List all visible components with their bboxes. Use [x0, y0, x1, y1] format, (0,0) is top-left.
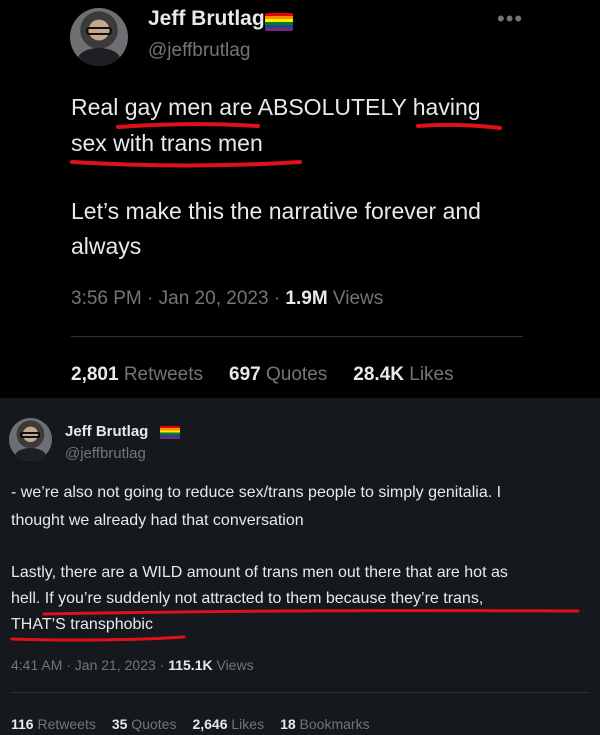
avatar-glasses	[20, 432, 40, 438]
author-name[interactable]: Jeff Brutlag	[65, 423, 148, 440]
quotes-label: Quotes	[127, 716, 177, 732]
author-handle[interactable]: @jeffbrutlag	[65, 445, 146, 462]
author-handle[interactable]: @jeffbrutlag	[148, 40, 250, 62]
tweet-text-line: Real gay men are ABSOLUTELY having	[71, 94, 481, 120]
tweet-text-line: always	[71, 233, 142, 259]
avatar[interactable]	[9, 418, 52, 461]
tweet-bottom: Jeff Brutlag @jeffbrutlag - we’re also n…	[0, 398, 600, 735]
quotes-count: 697	[229, 364, 261, 385]
tweet-text-line: Lastly, there are a WILD amount of trans…	[11, 564, 508, 581]
tweet-timestamp[interactable]: 4:41 AM · Jan 21, 2023 · 115.1K Views	[11, 657, 254, 673]
likes-stat[interactable]: 28.4K Likes	[353, 364, 453, 385]
retweets-stat[interactable]: 116 Retweets	[11, 716, 96, 732]
tweet-text-line: Let’s make this the narrative forever an…	[71, 198, 481, 224]
divider	[11, 692, 589, 693]
bookmarks-count: 18	[280, 716, 296, 732]
tweet-top: Jeff Brutlag @jeffbrutlag ••• Real gay m…	[0, 0, 600, 395]
tweet-stats: 2,801 Retweets 697 Quotes 28.4K Likes	[71, 364, 454, 386]
quotes-count: 35	[111, 716, 128, 732]
retweets-count: 2,801	[71, 364, 119, 385]
tweet-text-line: - we’re also not going to reduce sex/tra…	[11, 484, 502, 501]
tweet-text-line: thought we already had that conversation	[11, 512, 304, 529]
likes-stat[interactable]: 2,646 Likes	[192, 716, 264, 732]
tweet-timestamp[interactable]: 3:56 PM · Jan 20, 2023 · 1.9M Views	[71, 288, 383, 310]
views-label: Views	[212, 657, 254, 673]
retweets-stat[interactable]: 2,801 Retweets	[71, 364, 203, 385]
pride-flag-icon	[160, 426, 180, 439]
avatar-glasses	[86, 27, 112, 35]
tweet-time: 3:56 PM · Jan 20, 2023 ·	[71, 288, 286, 309]
tweet-stats: 116 Retweets 35 Quotes 2,646 Likes 18 Bookm…	[11, 716, 370, 732]
pride-flag-icon	[265, 13, 293, 31]
more-options-icon[interactable]: •••	[497, 6, 523, 32]
divider	[71, 336, 523, 337]
views-count: 1.9M	[285, 288, 328, 309]
tweet-text-line: THAT’S transphobic	[11, 616, 153, 633]
views-label: Views	[327, 288, 384, 309]
avatar[interactable]	[70, 8, 128, 66]
bookmarks-label: Bookmarks	[295, 716, 370, 732]
retweets-count: 116	[11, 716, 34, 732]
retweets-label: Retweets	[118, 364, 204, 385]
tweet-text-line: sex with trans men	[71, 130, 263, 156]
likes-count: 2,646	[192, 716, 228, 732]
tweet-time: 4:41 AM · Jan 21, 2023 ·	[11, 657, 169, 673]
avatar-shirt	[78, 48, 120, 66]
quotes-stat[interactable]: 697 Quotes	[229, 364, 327, 385]
retweets-label: Retweets	[33, 716, 96, 732]
views-count: 115.1K	[168, 657, 213, 673]
avatar-shirt	[15, 448, 46, 461]
likes-label: Likes	[403, 364, 454, 385]
tweet-text-line: hell. If you’re suddenly not attracted t…	[11, 590, 484, 607]
quotes-stat[interactable]: 35 Quotes	[112, 716, 177, 732]
likes-count: 28.4K	[353, 364, 404, 385]
likes-label: Likes	[227, 716, 265, 732]
quotes-label: Quotes	[260, 364, 328, 385]
bookmarks-stat[interactable]: 18 Bookmarks	[280, 716, 370, 732]
author-name[interactable]: Jeff Brutlag	[148, 7, 265, 31]
